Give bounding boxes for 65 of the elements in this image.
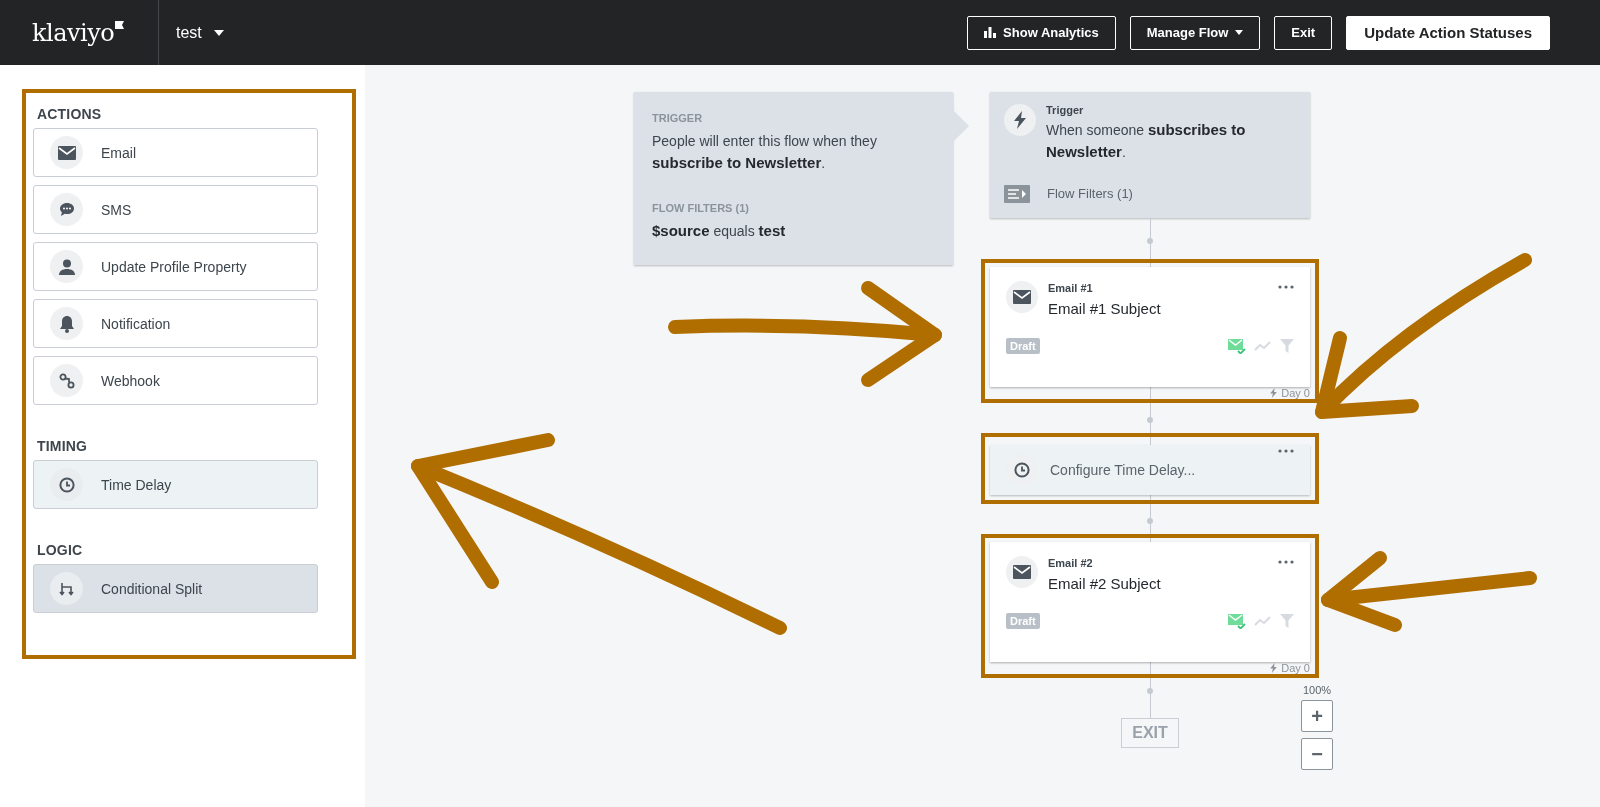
email-subject: Email #1 Subject [1048,300,1162,317]
time-delay-card[interactable]: Configure Time Delay... [990,445,1310,495]
day-label: Day 0 [1270,387,1310,399]
email-subject: Email #2 Subject [1048,575,1162,592]
more-options-icon [1278,449,1294,453]
exit-button[interactable]: Exit [1274,15,1333,50]
envelope-icon [1013,565,1031,579]
trigger-card[interactable]: Trigger When someone subscribes to Newsletter. Flow Filters (1) [990,92,1310,218]
lightning-bolt-icon [1270,663,1278,673]
flag-icon [115,20,125,29]
sidebar-action-item[interactable]: Conditional Split [33,564,318,613]
sidebar-action-item[interactable]: Time Delay [33,460,318,509]
trend-line-icon [1254,616,1272,626]
sidebar-action-item[interactable]: SMS [33,185,318,234]
email-card[interactable]: Email #1 Email #1 Subject Draft [990,267,1310,387]
envelope-icon [57,145,76,160]
show-analytics-button[interactable]: Show Analytics [967,15,1116,50]
zoom-level: 100% [1302,684,1332,696]
section-heading: LOGIC [37,542,84,558]
section-heading: TIMING [37,438,89,454]
clock-icon [1014,462,1030,478]
bell-icon [58,314,75,333]
manage-flow-dropdown[interactable]: Manage Flow [1129,15,1261,50]
more-options-icon [1278,560,1294,564]
zoom-out-button[interactable]: − [1301,738,1333,770]
envelope-check-icon [1228,338,1246,354]
zoom-in-button[interactable]: + [1301,700,1333,732]
sidebar-action-item[interactable]: Update Profile Property [33,242,318,291]
more-options-icon [1278,285,1294,289]
flow-filters-link[interactable]: Flow Filters (1) [1047,186,1133,202]
chat-bubble-icon [58,202,75,217]
clock-icon [58,476,75,493]
lightning-bolt-icon [1014,111,1026,129]
caret-icon [213,29,224,36]
email-label: Email #1 [1048,282,1094,294]
split-arrows-icon [58,580,75,597]
filter-icon [1280,614,1294,628]
email-label: Email #2 [1048,557,1094,569]
logo-wordmark: klaviyo [32,18,115,47]
section-heading: TRIGGER [652,112,704,124]
person-icon [58,258,75,275]
section-heading: ACTIONS [37,106,103,122]
filter-icon [1280,339,1294,353]
envelope-icon [1013,290,1031,304]
trigger-text: When someone subscribes to Newsletter. [1046,120,1247,162]
trigger-description: People will enter this flow when they subscribe to Newsletter. [652,132,878,173]
caret-icon [1235,30,1244,35]
email-card[interactable]: Email #2 Email #2 Subject Draft [990,542,1310,662]
status-badge: Draft [1006,338,1040,354]
section-heading: FLOW FILTERS (1) [652,202,750,214]
filter-list-icon [1004,184,1030,203]
flow-name-dropdown[interactable]: test [159,22,230,43]
sidebar-action-item[interactable]: Webhook [33,356,318,405]
status-badge: Draft [1006,613,1040,629]
trend-line-icon [1254,341,1272,351]
filter-description: $source equals test [652,221,787,241]
day-label: Day 0 [1270,662,1310,674]
envelope-check-icon [1228,613,1246,629]
sidebar-action-item[interactable]: Notification [33,299,318,348]
bar-chart-icon [984,27,997,38]
linked-rings-icon [58,372,75,389]
lightning-bolt-icon [1270,388,1278,398]
sidebar-action-item[interactable]: Email [33,128,318,177]
update-statuses-button[interactable]: Update Action Statuses [1346,15,1550,50]
trigger-label: Trigger [1046,104,1085,116]
